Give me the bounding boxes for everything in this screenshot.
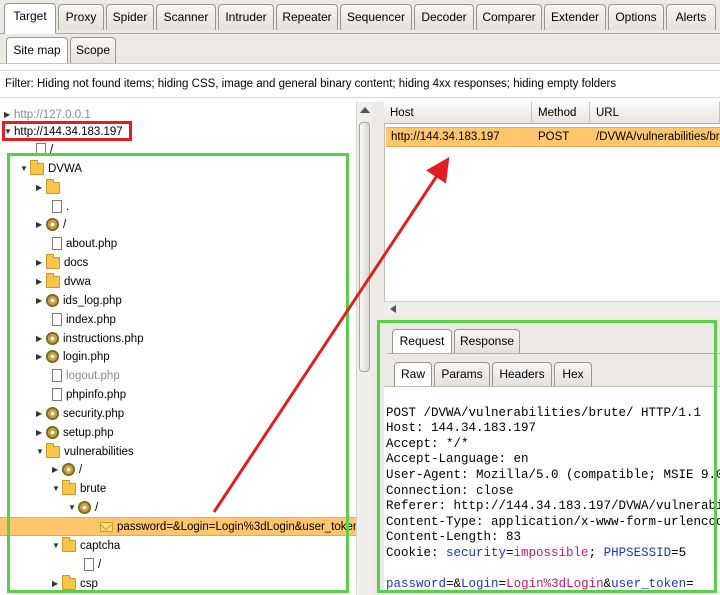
row-url: /DVWA/vulnerabilities/brute/ <box>596 131 720 143</box>
scroll-left-arrow-icon[interactable] <box>390 305 396 313</box>
tab-alerts[interactable]: Alerts <box>666 4 716 30</box>
annotation-green-box-request <box>377 320 717 593</box>
tab-decoder[interactable]: Decoder <box>414 4 474 30</box>
tab-comparer[interactable]: Comparer <box>476 4 542 30</box>
column-header-url[interactable]: URL <box>590 102 720 124</box>
tab-repeater[interactable]: Repeater <box>276 4 338 30</box>
tab-intruder[interactable]: Intruder <box>218 4 274 30</box>
annotation-red-box <box>2 121 132 141</box>
tab-scope[interactable]: Scope <box>70 37 116 63</box>
table-horizontal-scrollbar[interactable] <box>384 301 720 315</box>
scroll-up-arrow-icon[interactable] <box>360 107 370 113</box>
row-method: POST <box>538 131 570 143</box>
annotation-green-box-tree <box>7 153 349 593</box>
tab-options[interactable]: Options <box>608 4 664 30</box>
tab-spider[interactable]: Spider <box>106 4 154 30</box>
sub-tab-bar: Site map Scope <box>0 34 720 64</box>
column-header-host[interactable]: Host <box>384 102 532 124</box>
tab-target[interactable]: Target <box>4 3 56 34</box>
main-tab-bar: Target Proxy Spider Scanner Intruder Rep… <box>0 0 720 34</box>
scrollbar-thumb[interactable] <box>359 122 370 372</box>
tab-proxy[interactable]: Proxy <box>58 4 104 30</box>
tab-sequencer[interactable]: Sequencer <box>340 4 412 30</box>
filter-bar[interactable]: Filter: Hiding not found items; hiding C… <box>0 70 720 98</box>
column-header-method[interactable]: Method <box>532 102 590 124</box>
tab-extender[interactable]: Extender <box>544 4 606 30</box>
tree-vertical-scrollbar[interactable] <box>356 102 372 595</box>
tab-site-map[interactable]: Site map <box>6 37 68 63</box>
row-host: http://144.34.183.197 <box>391 131 500 143</box>
tab-scanner[interactable]: Scanner <box>156 4 216 30</box>
host-label: http://127.0.0.1 <box>14 109 91 121</box>
